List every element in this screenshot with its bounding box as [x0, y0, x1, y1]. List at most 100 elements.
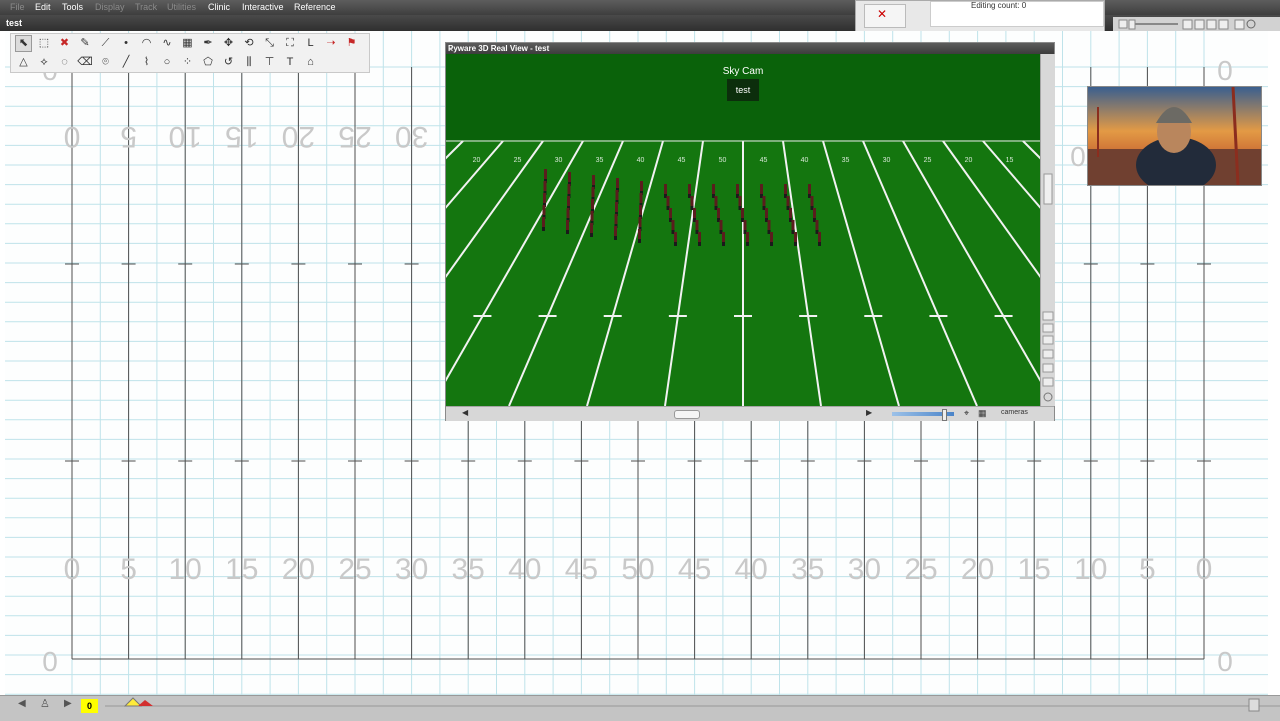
rewind-button[interactable]: ◀ [18, 698, 26, 709]
play-button[interactable]: ▶ [64, 698, 72, 709]
real-view-side-controls[interactable] [1040, 54, 1055, 406]
timeline-scroll-right[interactable] [1248, 698, 1260, 712]
yard-number: 5 [120, 553, 137, 586]
yard-number: 25 [904, 553, 937, 586]
menu-utilities[interactable]: Utilities [167, 2, 196, 12]
eraser-tool-icon[interactable]: ⌫ [77, 54, 94, 71]
3d-yard-number: 40 [801, 157, 809, 164]
curve-tool-icon[interactable]: ∿ [159, 35, 176, 52]
yard-number: 50 [621, 553, 654, 586]
3d-yard-number: 45 [678, 157, 686, 164]
yard-number-flipped: 20 [282, 120, 315, 153]
set-marker[interactable] [138, 700, 153, 706]
layers-icon[interactable] [1042, 349, 1054, 359]
menu-edit[interactable]: Edit [35, 2, 51, 12]
lasso-tool-icon[interactable]: ⟡ [36, 54, 53, 71]
letter-l-icon[interactable] [1042, 363, 1054, 373]
3d-yard-number: 15 [1006, 157, 1014, 164]
3d-yard-number: 30 [883, 157, 891, 164]
move-tool-icon[interactable]: ✥ [220, 35, 237, 52]
dropdown-icon[interactable] [1118, 19, 1128, 29]
scroll-left-icon[interactable]: ◀ [462, 408, 468, 417]
line-tool-icon[interactable]: ╱ [118, 54, 135, 71]
menu-tools[interactable]: Tools [62, 2, 83, 12]
grid-icon[interactable] [1042, 335, 1054, 345]
camera-icon[interactable] [1042, 377, 1054, 387]
real-view-titlebar[interactable]: Pyware 3D Real View - test × [446, 43, 1054, 54]
letter-L-tool-icon[interactable]: L [302, 35, 319, 52]
settings-icon[interactable] [1234, 19, 1245, 30]
list-icon[interactable] [1042, 323, 1054, 333]
real-view-bottom-bar: ◀ ▶ ⌖ ▦ cameras [446, 406, 1054, 421]
view-controls [1113, 17, 1280, 31]
yard-number-flipped: 15 [225, 120, 258, 153]
expand-tool-icon[interactable]: ⛶ [282, 35, 299, 52]
undo-tool-icon[interactable]: ↺ [220, 54, 237, 71]
letter-l-icon[interactable] [1206, 19, 1217, 30]
camera-label: Sky Cam [722, 66, 764, 77]
table-icon[interactable] [1218, 19, 1229, 30]
3d-yard-number: 50 [719, 157, 727, 164]
arrow-tool-icon[interactable]: ➝ [323, 35, 340, 52]
pen-tool-icon[interactable]: ✒ [200, 35, 217, 52]
3d-yard-number: 30 [555, 157, 563, 164]
menu-display[interactable]: Display [95, 2, 125, 12]
menu-file[interactable]: File [10, 2, 25, 12]
circle-tool-icon[interactable]: ○ [159, 54, 176, 71]
scroll-right-icon[interactable]: ▶ [866, 408, 872, 417]
polygon-tool-icon[interactable]: ⬠ [200, 54, 217, 71]
menu-interactive[interactable]: Interactive [242, 2, 284, 12]
select-arrow-tool-icon[interactable]: ⬉ [15, 35, 32, 52]
zigzag-tool-icon[interactable]: ⌇ [138, 54, 155, 71]
menu-track[interactable]: Track [135, 2, 157, 12]
tempo-knob[interactable]: ♙ [40, 697, 50, 710]
pencil-tool-icon[interactable]: ✎ [77, 35, 94, 52]
real-view-window[interactable]: Pyware 3D Real View - test × 10152025303… [445, 42, 1055, 421]
zoom-slider-handle[interactable] [942, 409, 947, 421]
3d-yard-number: 45 [760, 157, 768, 164]
arc-tool-icon[interactable]: ◠ [138, 35, 155, 52]
count-indicator[interactable]: 0 [81, 699, 98, 713]
cancel-button[interactable]: ✕ [864, 4, 906, 28]
yard-number-flipped: 0 [64, 120, 81, 153]
yard-number: 45 [565, 553, 598, 586]
3d-yard-number: 35 [596, 157, 604, 164]
triangle-tool-icon[interactable]: △ [15, 54, 32, 71]
delete-tool-icon[interactable]: ✖ [56, 35, 73, 52]
pin-tool-icon[interactable]: ⌾ [97, 54, 114, 71]
yard-number: 30 [395, 553, 428, 586]
webcam-overlay [1087, 86, 1262, 186]
horizontal-scroll-thumb[interactable] [674, 410, 700, 419]
crosshair-icon[interactable]: ⌖ [964, 408, 969, 419]
columns-tool-icon[interactable]: ⫼ [241, 54, 258, 71]
grid-icon[interactable]: ▦ [978, 408, 987, 419]
list-icon[interactable] [1194, 19, 1205, 30]
dot-tool-icon[interactable]: • [118, 35, 135, 52]
flag-tool-icon[interactable]: ⚑ [343, 35, 360, 52]
grid-tool-icon[interactable]: ▦ [179, 35, 196, 52]
spread-tool-icon[interactable]: ⊤ [261, 54, 278, 71]
rotate-tool-icon[interactable]: ⟲ [241, 35, 258, 52]
timeline-track[interactable] [105, 696, 1280, 721]
playhead-marker[interactable] [123, 697, 143, 707]
end-yard-number: 0 [42, 646, 58, 677]
text-tool-icon[interactable]: T [282, 54, 299, 71]
lasso-circle-tool-icon[interactable]: ◌ [56, 54, 73, 71]
settings-icon[interactable] [1043, 392, 1053, 402]
scale-tool-icon[interactable]: ⤡ [261, 35, 278, 52]
show-name-badge: test [727, 79, 759, 101]
vertical-scroll-thumb[interactable] [1043, 173, 1053, 205]
marquee-tool-icon[interactable]: ⬚ [36, 35, 53, 52]
menu-reference[interactable]: Reference [294, 2, 336, 12]
dots-tool-icon[interactable]: ⁘ [179, 54, 196, 71]
yard-number: 35 [452, 553, 485, 586]
real-view-scene[interactable]: 10152025303540455045403530252015105 Sky … [446, 54, 1040, 406]
home-tool-icon[interactable]: ⌂ [302, 54, 319, 71]
view-option-icon[interactable] [1042, 311, 1054, 321]
search-icon[interactable] [1246, 19, 1256, 29]
path-tool-icon[interactable]: ⟋ [97, 35, 114, 52]
close-icon[interactable]: × [448, 44, 1051, 54]
cameras-menu[interactable]: cameras [1001, 409, 1028, 416]
menu-clinic[interactable]: Clinic [208, 2, 230, 12]
fit-icon[interactable] [1182, 19, 1193, 30]
